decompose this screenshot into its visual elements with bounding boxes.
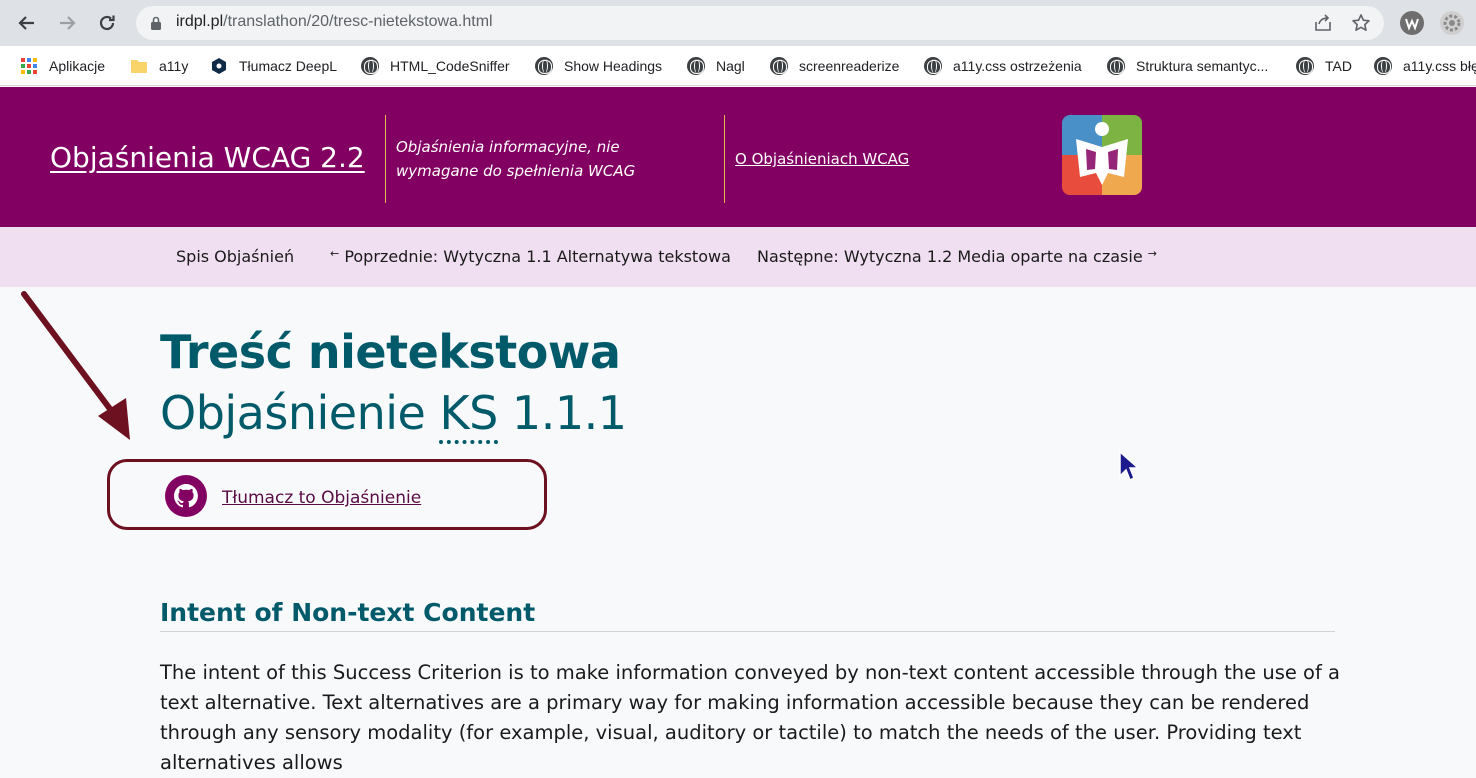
arrow-left-icon: ← [330,247,340,260]
arrow-right-icon [60,16,76,30]
bookmark-label: Tłumacz DeepL [239,58,338,74]
globe-icon [687,57,705,75]
settings-extension-icon[interactable] [1440,11,1464,35]
lock-icon[interactable] [150,15,162,31]
next-link-label: Następne: Wytyczna 1.2 Media oparte na c… [757,247,1143,266]
bookmark-a11y[interactable]: a11y [130,55,188,77]
bookmark-show-headings[interactable]: Show Headings [535,55,662,77]
bookmark-screenreaderize[interactable]: screenreaderize [770,55,899,77]
back-button[interactable] [12,8,42,38]
bookmark-tad[interactable]: TAD [1296,55,1352,77]
bookmark-label: TAD [1325,58,1352,74]
bookmarks-bar: Aplikacje a11y Tłumacz DeepL HTML_CodeSn… [0,46,1476,86]
globe-icon [1107,57,1125,75]
reload-button[interactable] [92,8,122,38]
github-icon [165,475,207,517]
prev-link[interactable]: ← Poprzednie: Wytyczna 1.1 Alternatywa t… [330,247,731,266]
bookmark-label: a11y.css błę [1403,58,1476,74]
header-divider [385,115,386,203]
section-heading-intent: Intent of Non-text Content [160,598,1335,632]
share-icon [1315,14,1331,31]
bookmark-nagl[interactable]: Nagl [687,55,745,77]
next-link[interactable]: Następne: Wytyczna 1.2 Media oparte na c… [757,247,1157,266]
globe-icon [361,57,379,75]
site-subtitle: Objaśnienia informacyjne, nie wymagane d… [396,138,636,180]
url-text[interactable]: irdpl.pl/translathon/20/tresc-nietekstow… [176,13,493,31]
url-host: irdpl.pl [176,13,224,30]
browser-toolbar: irdpl.pl/translathon/20/tresc-nietekstow… [0,0,1476,46]
subtitle-number: 1.1.1 [497,386,627,440]
arrow-right-icon: → [1147,247,1157,260]
bookmark-label: Nagl [716,58,745,74]
deepl-icon [212,58,226,74]
site-logo [1062,115,1142,195]
translator-link[interactable]: Tłumacz to Objaśnienie [222,488,421,508]
arrow-left-icon [18,16,34,30]
header-divider [724,115,725,203]
prev-link-label: Poprzednie: Wytyczna 1.1 Alternatywa tek… [344,247,731,266]
reload-icon [99,15,115,31]
about-link[interactable]: O Objaśnieniach WCAG [735,150,909,168]
subtitle-prefix: Objaśnienie [160,386,440,440]
star-icon [1352,14,1370,31]
bookmark-label: a11y.css ostrzeżenia [953,58,1082,74]
bookmark-semantic-structure[interactable]: Struktura semantyc... [1107,55,1268,77]
toc-link[interactable]: Spis Objaśnień [176,247,294,266]
bookmark-label: screenreaderize [799,58,900,74]
bookmark-label: a11y [159,58,189,74]
apps-grid-icon [21,58,37,74]
bookmark-label: Show Headings [564,58,663,74]
gear-icon [1443,14,1461,32]
mouse-cursor-icon [1119,450,1140,482]
bookmark-label: HTML_CodeSniffer [390,58,510,74]
page-title: Treść nietekstowa [160,325,621,379]
address-bar[interactable]: irdpl.pl/translathon/20/tresc-nietekstow… [136,6,1384,40]
bookmark-a11ycss-errors[interactable]: a11y.css błę [1374,55,1476,77]
globe-icon [535,57,553,75]
folder-icon [131,60,147,73]
translator-callout: Tłumacz to Objaśnienie [107,459,547,530]
forward-button[interactable] [52,8,82,38]
bookmark-aplikacje[interactable]: Aplikacje [20,55,105,77]
site-title-link[interactable]: Objaśnienia WCAG 2.2 [50,141,365,174]
globe-icon [1296,57,1314,75]
bookmark-label: Struktura semantyc... [1136,58,1269,74]
bookmark-html-codesniffer[interactable]: HTML_CodeSniffer [361,55,510,77]
globe-icon [924,57,942,75]
share-button[interactable] [1312,13,1334,33]
wave-extension-icon[interactable] [1400,11,1424,35]
pagination-nav: Spis Objaśnień ← Poprzednie: Wytyczna 1.… [0,227,1476,287]
bookmark-label: Aplikacje [49,58,106,74]
bookmark-star-button[interactable] [1350,13,1372,33]
bookmark-deepl[interactable]: Tłumacz DeepL [210,55,337,77]
globe-icon [1374,57,1392,75]
ks-abbreviation[interactable]: KS [439,386,498,444]
site-header: Objaśnienia WCAG 2.2 Objaśnienia informa… [0,87,1476,227]
intent-paragraph: The intent of this Success Criterion is … [160,661,1340,774]
url-path: /translathon/20/tresc-nietekstowa.html [223,13,493,30]
page-subtitle: Objaśnienie KS 1.1.1 [160,386,627,444]
bookmark-a11ycss-warnings[interactable]: a11y.css ostrzeżenia [924,55,1082,77]
annotation-arrow-icon [21,291,130,440]
globe-icon [770,57,788,75]
